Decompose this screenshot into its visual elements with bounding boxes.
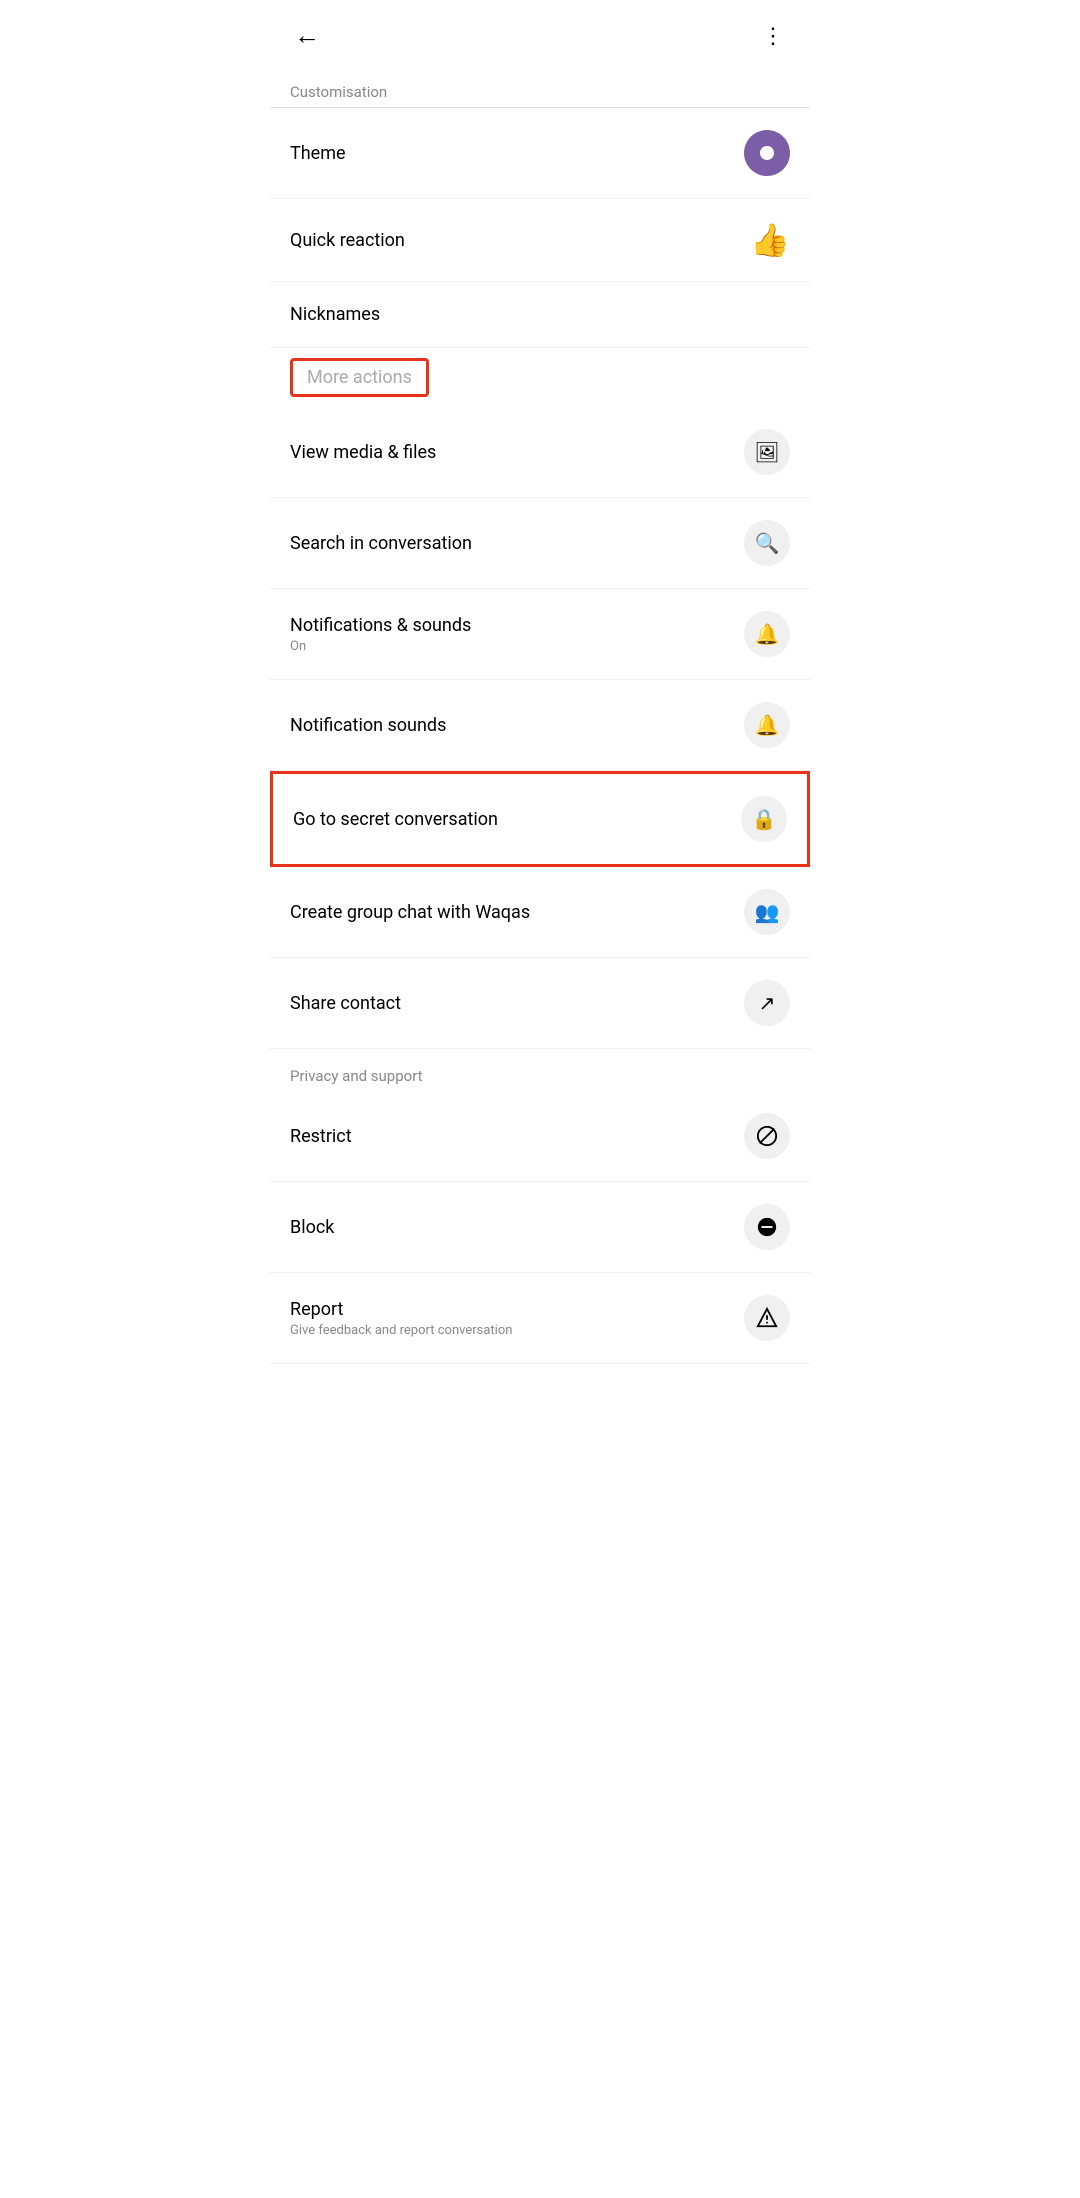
search-conversation-label: Search in conversation [290, 533, 472, 554]
share-icon: ↗ [744, 980, 790, 1026]
theme-icon [744, 130, 790, 176]
warning-icon [744, 1295, 790, 1341]
search-conversation-item[interactable]: Search in conversation 🔍 [270, 498, 810, 589]
view-media-label: View media & files [290, 442, 436, 463]
create-group-label: Create group chat with Waqas [290, 902, 530, 923]
customisation-section-title: Customisation [270, 71, 810, 107]
search-icon: 🔍 [744, 520, 790, 566]
restrict-item[interactable]: Restrict [270, 1091, 810, 1182]
privacy-section-title: Privacy and support [270, 1049, 810, 1091]
notification-sounds-item[interactable]: Notification sounds 🔔 [270, 680, 810, 771]
notifications-sounds-item[interactable]: Notifications & sounds On 🔔 [270, 589, 810, 680]
bell-icon-sound: 🔔 [744, 702, 790, 748]
bell-icon-notifications: 🔔 [744, 611, 790, 657]
notifications-sounds-label: Notifications & sounds [290, 615, 471, 636]
lock-icon: 🔒 [741, 796, 787, 842]
media-icon: 🖼 [744, 429, 790, 475]
quick-reaction-label: Quick reaction [290, 230, 405, 251]
secret-conversation-item[interactable]: Go to secret conversation 🔒 [270, 771, 810, 867]
block-label: Block [290, 1217, 334, 1238]
report-label: Report [290, 1299, 512, 1320]
report-item[interactable]: Report Give feedback and report conversa… [270, 1273, 810, 1364]
nicknames-item[interactable]: Nicknames [270, 282, 810, 348]
header: ← ⋮ [270, 0, 810, 71]
notifications-sounds-sublabel: On [290, 639, 471, 654]
block-item[interactable]: Block [270, 1182, 810, 1273]
back-button[interactable]: ← [290, 16, 324, 55]
more-actions-label: More actions [290, 358, 429, 397]
notification-sounds-label: Notification sounds [290, 715, 446, 736]
report-sublabel: Give feedback and report conversation [290, 1323, 512, 1338]
more-options-button[interactable]: ⋮ [758, 19, 790, 53]
theme-label: Theme [290, 143, 346, 164]
thumbsup-icon: 👍 [750, 221, 790, 259]
secret-conversation-label: Go to secret conversation [293, 809, 498, 830]
share-contact-item[interactable]: Share contact ↗ [270, 958, 810, 1049]
restrict-icon [744, 1113, 790, 1159]
theme-icon-inner [760, 146, 774, 160]
create-group-item[interactable]: Create group chat with Waqas 👥 [270, 867, 810, 958]
nicknames-label: Nicknames [290, 304, 380, 325]
quick-reaction-icon-container: 👍 [750, 221, 790, 259]
restrict-label: Restrict [290, 1126, 352, 1147]
share-contact-label: Share contact [290, 993, 401, 1014]
block-icon [744, 1204, 790, 1250]
theme-item[interactable]: Theme [270, 108, 810, 199]
theme-icon-container [744, 130, 790, 176]
group-icon: 👥 [744, 889, 790, 935]
quick-reaction-item[interactable]: Quick reaction 👍 [270, 199, 810, 282]
more-actions-section: More actions [270, 348, 810, 407]
view-media-item[interactable]: View media & files 🖼 [270, 407, 810, 498]
